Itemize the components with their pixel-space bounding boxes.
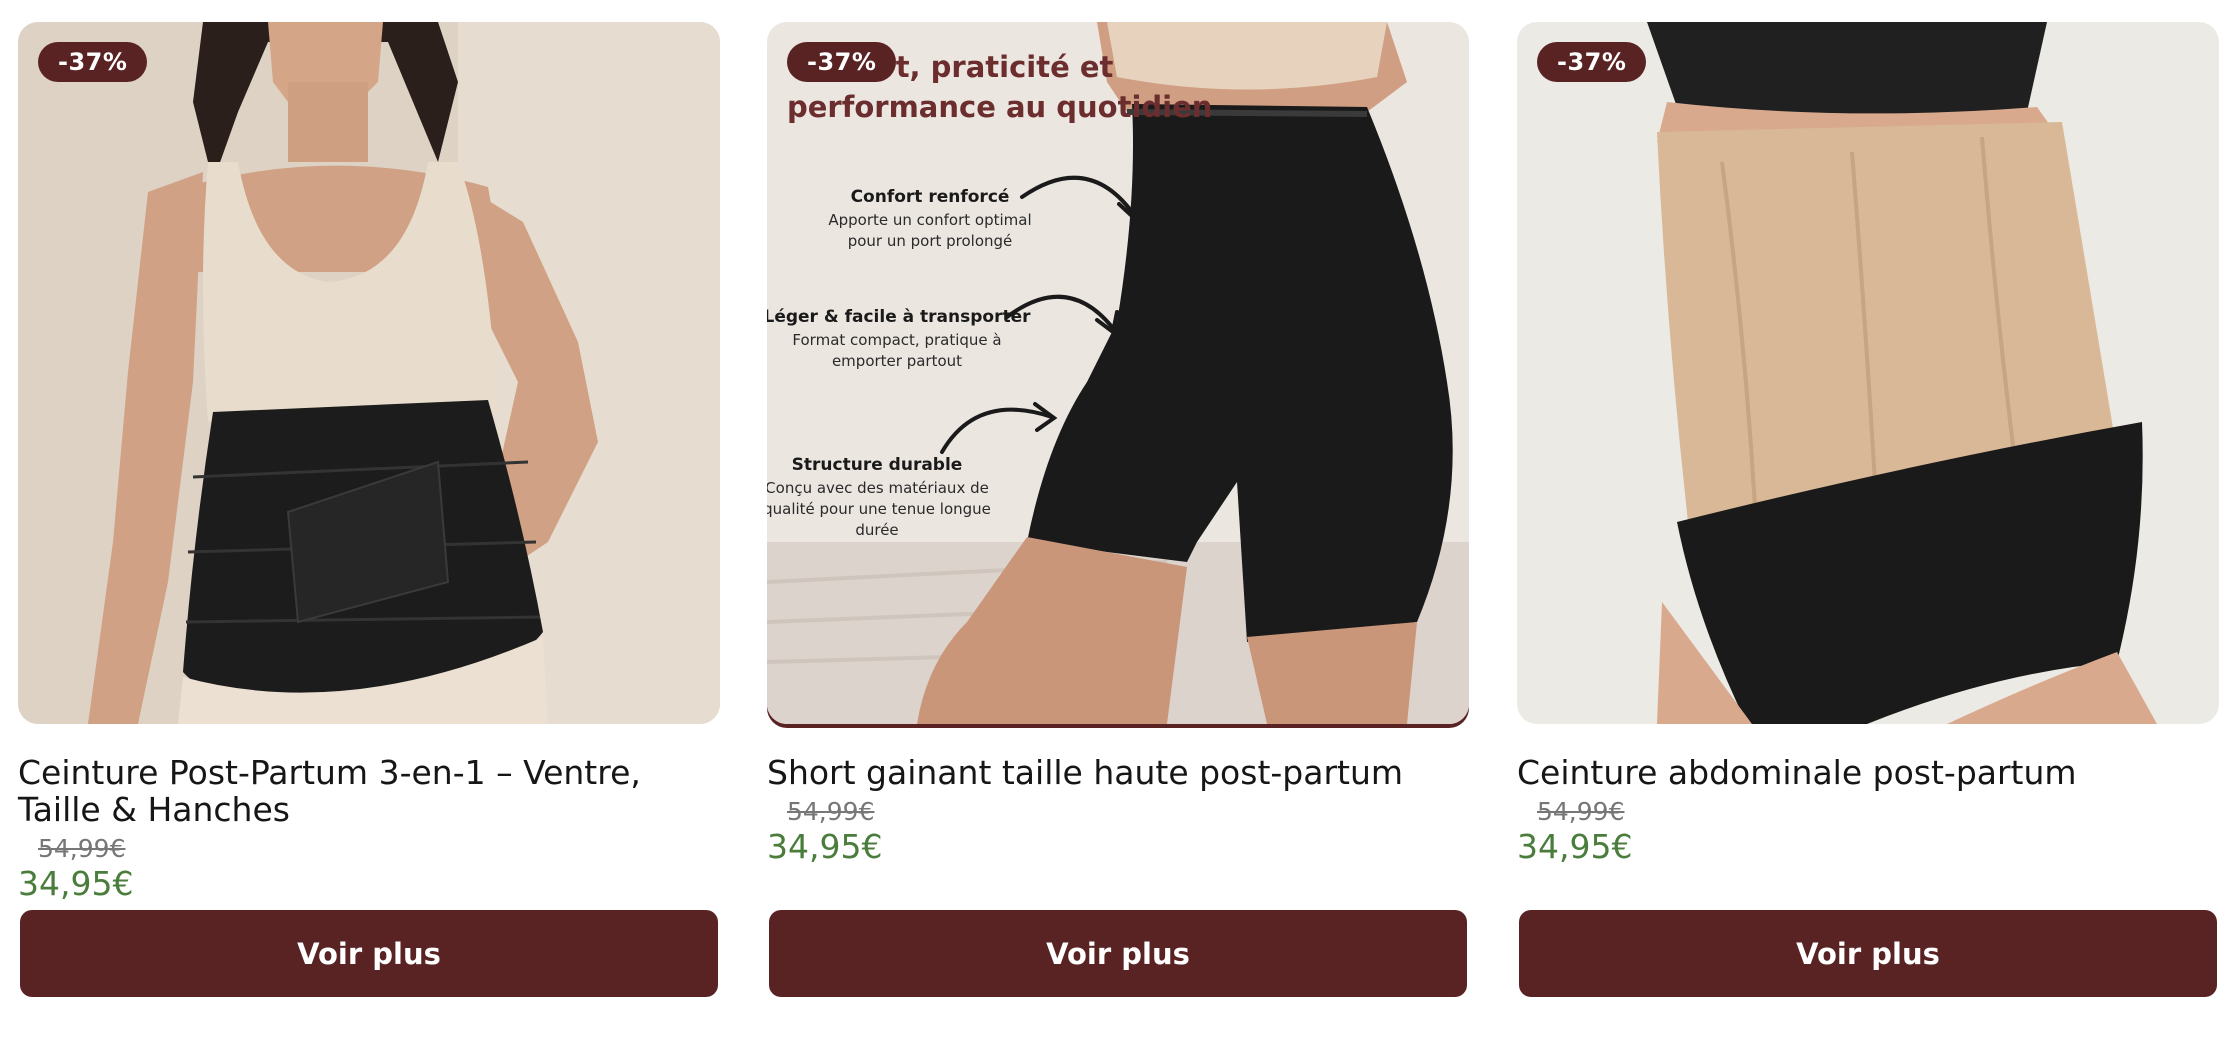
view-more-button[interactable]: Voir plus [769, 910, 1467, 997]
feature-text: Format compact, pratique à [792, 331, 1001, 349]
product-title[interactable]: Ceinture abdominale post-partum [1517, 754, 2219, 791]
product-grid: -37% Ceinture Post-Partum 3-en-1 – Ventr… [0, 0, 2238, 1058]
product-title[interactable]: Short gainant taille haute post-partum [767, 754, 1469, 791]
view-more-button[interactable]: Voir plus [1519, 910, 2217, 997]
feature-text: qualité pour une tenue longue [767, 500, 991, 518]
old-price: 54,99€ [1537, 797, 1625, 826]
promo-headline-2: performance au quotidien [787, 90, 1212, 124]
feature-text: Apporte un confort optimal [828, 211, 1031, 229]
product-image[interactable]: -37% [18, 22, 720, 724]
sale-price: 34,95€ [1517, 827, 1633, 866]
sale-price: 34,95€ [18, 864, 134, 903]
product-photo-belt-3-in-1 [18, 22, 720, 724]
product-card[interactable]: Confort, praticité et performance au quo… [767, 22, 1469, 867]
product-photo-abdominal-belt [1517, 22, 2219, 724]
feature-title: Confort renforcé [851, 187, 1010, 207]
product-photo-shaping-shorts: Confort, praticité et performance au quo… [767, 22, 1469, 724]
old-price: 54,99€ [38, 834, 126, 863]
discount-badge: -37% [38, 42, 148, 82]
view-more-button[interactable]: Voir plus [20, 910, 718, 997]
feature-title: Structure durable [792, 455, 963, 475]
sale-price: 34,95€ [767, 827, 883, 866]
feature-title: Léger & facile à transporter [767, 307, 1031, 327]
product-title[interactable]: Ceinture Post-Partum 3-en-1 – Ventre, Ta… [18, 754, 720, 828]
feature-text: emporter partout [832, 352, 962, 370]
product-image[interactable]: Confort, praticité et performance au quo… [767, 22, 1469, 724]
product-card[interactable]: -37% Ceinture Post-Partum 3-en-1 – Ventr… [18, 22, 720, 904]
product-image[interactable]: -37% [1517, 22, 2219, 724]
feature-text: pour un port prolongé [848, 232, 1013, 250]
old-price: 54,99€ [787, 797, 875, 826]
feature-text: durée [855, 521, 898, 539]
feature-text: Conçu avec des matériaux de [767, 479, 989, 497]
discount-badge: -37% [787, 42, 897, 82]
discount-badge: -37% [1537, 42, 1647, 82]
product-card[interactable]: -37% Ceinture abdominale post-partum 54,… [1517, 22, 2219, 867]
